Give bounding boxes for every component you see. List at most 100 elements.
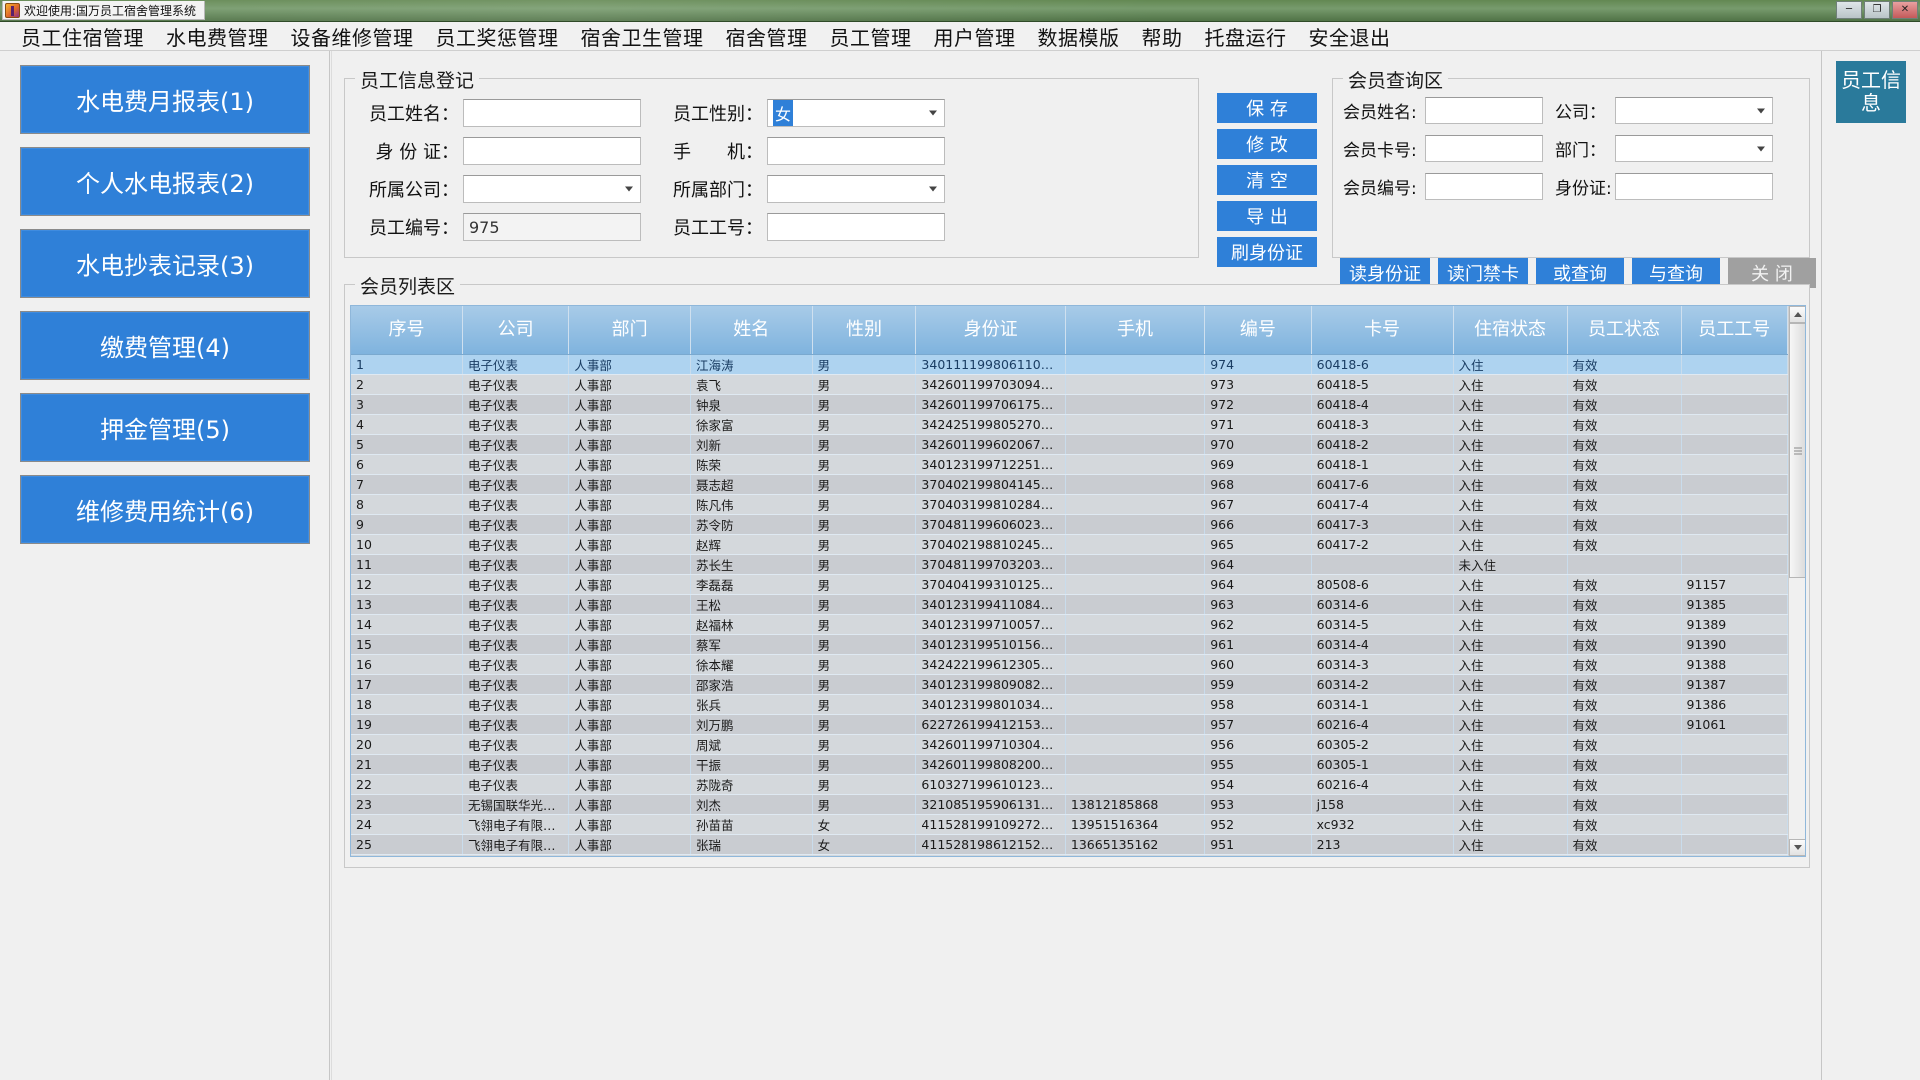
sidebar-button-monthly-utility-report[interactable]: 水电费月报表(1) — [20, 65, 310, 134]
table-cell: 有效 — [1567, 574, 1681, 594]
sidebar-button-meter-reading-record[interactable]: 水电抄表记录(3) — [20, 229, 310, 298]
close-button[interactable]: ✕ — [1892, 1, 1918, 19]
input-employee-jobno[interactable] — [767, 213, 945, 241]
table-row[interactable]: 20电子仪表人事部周斌男3426011997103040...95660305-… — [351, 734, 1788, 754]
col-header-department[interactable]: 部门 — [569, 306, 691, 354]
col-header-index[interactable]: 序号 — [351, 306, 462, 354]
table-row[interactable]: 2电子仪表人事部袁飞男3426011997030946...97360418-5… — [351, 374, 1788, 394]
table-row[interactable]: 23无锡国联华光电站...人事部刘杰男3210851959061318...13… — [351, 794, 1788, 814]
combo-query-company[interactable] — [1615, 97, 1773, 124]
col-header-name[interactable]: 姓名 — [690, 306, 812, 354]
table-row[interactable]: 7电子仪表人事部聂志超男3704021998041453...96860417-… — [351, 474, 1788, 494]
table-cell: 3401231998010348... — [916, 694, 1065, 714]
table-row[interactable]: 4电子仪表人事部徐家富男3424251998052705...97160418-… — [351, 414, 1788, 434]
table-row[interactable]: 1电子仪表人事部江海涛男3401111998061105...97460418-… — [351, 354, 1788, 374]
table-cell — [1681, 554, 1788, 574]
tab-employee-info[interactable]: 员工信息 — [1836, 61, 1906, 123]
input-query-idcard[interactable] — [1615, 173, 1773, 200]
table-cell: 3 — [351, 394, 462, 414]
save-button[interactable]: 保 存 — [1217, 93, 1317, 123]
menu-item-staff-management[interactable]: 员工管理 — [819, 20, 923, 53]
table-cell: 女 — [812, 834, 916, 854]
scroll-down-button[interactable] — [1789, 839, 1806, 856]
export-button[interactable]: 导 出 — [1217, 201, 1317, 231]
col-header-number[interactable]: 编号 — [1205, 306, 1311, 354]
combo-employee-company[interactable] — [463, 175, 641, 203]
col-header-phone[interactable]: 手机 — [1065, 306, 1204, 354]
sidebar-button-personal-utility-report[interactable]: 个人水电报表(2) — [20, 147, 310, 216]
table-row[interactable]: 13电子仪表人事部王松男3401231994110848...96360314-… — [351, 594, 1788, 614]
input-employee-phone[interactable] — [767, 137, 945, 165]
menu-item-data-template[interactable]: 数据模版 — [1027, 20, 1131, 53]
swipe-idcard-button[interactable]: 刷身份证 — [1217, 237, 1317, 267]
clear-button[interactable]: 清 空 — [1217, 165, 1317, 195]
input-member-number[interactable] — [1425, 173, 1543, 200]
menu-item-equipment-repair[interactable]: 设备维修管理 — [280, 20, 425, 53]
sidebar-button-repair-cost-stats[interactable]: 维修费用统计(6) — [20, 475, 310, 544]
table-cell: 3704811997032038... — [916, 554, 1065, 574]
menu-item-help[interactable]: 帮助 — [1131, 20, 1194, 53]
combo-query-dept[interactable] — [1615, 135, 1773, 162]
table-row[interactable]: 16电子仪表人事部徐本耀男3424221996123052...96060314… — [351, 654, 1788, 674]
menu-item-reward-punish[interactable]: 员工奖惩管理 — [425, 20, 570, 53]
table-cell: 60314-1 — [1311, 694, 1453, 714]
scrollbar-thumb[interactable] — [1789, 323, 1806, 578]
col-header-stay-status[interactable]: 住宿状态 — [1453, 306, 1567, 354]
table-cell: 孙苗苗 — [690, 814, 812, 834]
table-row[interactable]: 12电子仪表人事部李磊磊男3704041993101250...96480508… — [351, 574, 1788, 594]
input-member-name[interactable] — [1425, 97, 1543, 124]
table-cell: 4115281986121529... — [916, 834, 1065, 854]
table-cell: 3401231994110848... — [916, 594, 1065, 614]
scroll-up-button[interactable] — [1789, 306, 1806, 323]
menu-item-dorm-hygiene[interactable]: 宿舍卫生管理 — [570, 20, 715, 53]
table-row[interactable]: 26飞翎电子有限公司人事部陈秀梅女4130211979041219...1361… — [351, 854, 1788, 856]
table-row[interactable]: 21电子仪表人事部干振男3426011998082002...95560305-… — [351, 754, 1788, 774]
table-row[interactable]: 17电子仪表人事部邵家浩男3401231998090820...95960314… — [351, 674, 1788, 694]
table-row[interactable]: 3电子仪表人事部钟泉男3426011997061753...97260418-4… — [351, 394, 1788, 414]
input-member-card[interactable] — [1425, 135, 1543, 162]
table-row[interactable]: 6电子仪表人事部陈荣男3401231997122516...96960418-1… — [351, 454, 1788, 474]
table-row[interactable]: 22电子仪表人事部苏陇奇男6103271996101234...95460216… — [351, 774, 1788, 794]
table-cell: 男 — [812, 414, 916, 434]
edit-button[interactable]: 修 改 — [1217, 129, 1317, 159]
col-header-company[interactable]: 公司 — [462, 306, 568, 354]
table-row[interactable]: 8电子仪表人事部陈凡伟男3704031998102841...96760417-… — [351, 494, 1788, 514]
menu-item-dorm-management[interactable]: 宿舍管理 — [715, 20, 819, 53]
combo-employee-gender[interactable]: 女 — [767, 99, 945, 127]
table-row[interactable]: 19电子仪表人事部刘万鹏男6227261994121530...95760216… — [351, 714, 1788, 734]
grid-vertical-scrollbar[interactable] — [1788, 306, 1805, 856]
table-cell: 有效 — [1567, 594, 1681, 614]
table-row[interactable]: 15电子仪表人事部蔡军男3401231995101562...96160314-… — [351, 634, 1788, 654]
table-row[interactable]: 18电子仪表人事部张兵男3401231998010348...95860314-… — [351, 694, 1788, 714]
col-header-idcard[interactable]: 身份证 — [916, 306, 1065, 354]
maximize-button[interactable]: ❐ — [1864, 1, 1890, 19]
menu-item-safe-exit[interactable]: 安全退出 — [1298, 20, 1402, 53]
sidebar-button-deposit-management[interactable]: 押金管理(5) — [20, 393, 310, 462]
table-row[interactable]: 5电子仪表人事部刘新男3426011996020671...97060418-2… — [351, 434, 1788, 454]
input-employee-idcard[interactable] — [463, 137, 641, 165]
menu-item-tray-run[interactable]: 托盘运行 — [1194, 20, 1298, 53]
col-header-emp-status[interactable]: 员工状态 — [1567, 306, 1681, 354]
menu-item-user-management[interactable]: 用户管理 — [923, 20, 1027, 53]
table-row[interactable]: 11电子仪表人事部苏长生男3704811997032038...964未入住 — [351, 554, 1788, 574]
table-row[interactable]: 14电子仪表人事部赵福林男3401231997100572...96260314… — [351, 614, 1788, 634]
menu-item-utility-fee[interactable]: 水电费管理 — [155, 20, 280, 53]
col-header-gender[interactable]: 性别 — [812, 306, 916, 354]
sidebar-button-payment-management[interactable]: 缴费管理(4) — [20, 311, 310, 380]
table-row[interactable]: 25飞翎电子有限公司人事部张瑞女4115281986121529...13665… — [351, 834, 1788, 854]
combo-employee-dept[interactable] — [767, 175, 945, 203]
table-cell: 蔡军 — [690, 634, 812, 654]
table-cell: 有效 — [1567, 354, 1681, 374]
table-row[interactable]: 9电子仪表人事部苏令防男3704811996060238...96660417-… — [351, 514, 1788, 534]
input-employee-name[interactable] — [463, 99, 641, 127]
input-employee-number[interactable]: 975 — [463, 213, 641, 241]
menu-item-staff-accommodation[interactable]: 员工住宿管理 — [10, 20, 155, 53]
col-header-emp-jobno[interactable]: 员工工号 — [1681, 306, 1788, 354]
col-header-cardno[interactable]: 卡号 — [1311, 306, 1453, 354]
table-cell: 人事部 — [569, 634, 691, 654]
table-row[interactable]: 10电子仪表人事部赵辉男3704021988102453...96560417-… — [351, 534, 1788, 554]
table-cell — [1065, 474, 1204, 494]
table-row[interactable]: 24飞翎电子有限公司人事部孙苗苗女4115281991092729...1395… — [351, 814, 1788, 834]
minimize-button[interactable]: ─ — [1836, 1, 1862, 19]
table-cell: 7 — [351, 474, 462, 494]
